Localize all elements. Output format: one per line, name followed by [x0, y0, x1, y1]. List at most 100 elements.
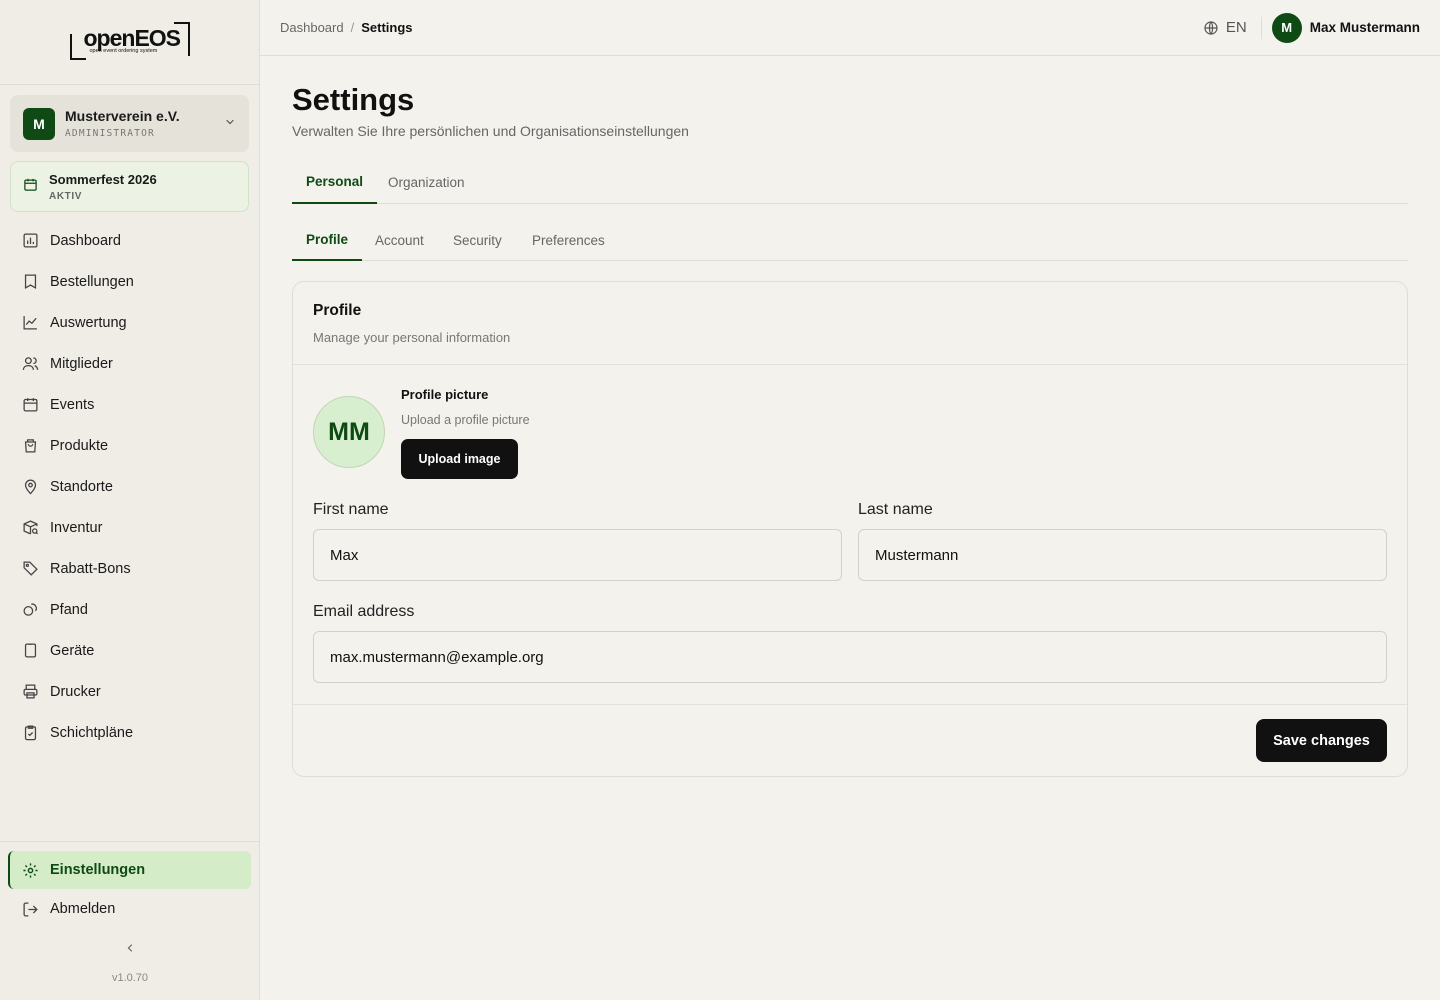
sidebar-item-label: Auswertung — [50, 314, 127, 331]
receipt-icon — [24, 274, 37, 289]
sidebar-item-label: Events — [50, 396, 95, 413]
sidebar-item-inventur[interactable]: Inventur — [10, 507, 250, 548]
sidebar-item-produkte[interactable]: Produkte — [10, 425, 250, 466]
logout-icon — [23, 901, 38, 917]
event-name: Sommerfest 2026 — [49, 171, 157, 187]
tab-preferences[interactable]: Preferences — [518, 220, 619, 261]
sidebar-item-geraete[interactable]: Geräte — [10, 630, 250, 671]
language-label: EN — [1225, 19, 1247, 36]
profile-picture-description: Upload a profile picture — [401, 413, 530, 427]
sidebar-item-auswertung[interactable]: Auswertung — [10, 302, 250, 343]
sidebar-item-pfand[interactable]: Pfand — [10, 589, 250, 630]
organization-avatar: M — [23, 107, 55, 140]
clipboard-check-icon — [24, 725, 37, 741]
header-actions: EN M Max Mustermann — [1203, 12, 1420, 43]
breadcrumb-current: Settings — [361, 20, 413, 35]
sidebar-item-label: Einstellungen — [50, 862, 146, 878]
sidebar-item-rabatt-bons[interactable]: Rabatt-Bons — [10, 548, 250, 589]
logo-area: openEOS open event ordering system — [0, 0, 259, 85]
dashboard-icon — [23, 233, 38, 248]
language-switcher[interactable]: EN — [1203, 19, 1247, 36]
upload-image-button[interactable]: Upload image — [401, 439, 518, 479]
logout-label: Abmelden — [50, 901, 116, 917]
page-subtitle: Verwalten Sie Ihre persönlichen und Orga… — [292, 123, 689, 139]
profile-card: Profile Manage your personal information… — [292, 281, 1408, 777]
chevron-down-icon — [224, 116, 236, 131]
sidebar-item-label: Pfand — [50, 601, 88, 618]
users-icon — [22, 357, 39, 370]
sidebar-nav: Dashboard Bestellungen Auswertung Mitgli… — [10, 220, 250, 753]
logo-tagline: open event ordering system — [89, 48, 158, 54]
sidebar-item-schichtplaene[interactable]: Schichtpläne — [10, 712, 250, 753]
profile-picture-title: Profile picture — [401, 387, 489, 402]
logout-button[interactable]: Abmelden — [10, 890, 250, 928]
sidebar-item-events[interactable]: Events — [10, 384, 250, 425]
sidebar-item-label: Rabatt-Bons — [50, 560, 131, 577]
event-info: Sommerfest 2026 AKTIV — [49, 172, 157, 202]
organization-role: ADMINISTRATOR — [65, 128, 155, 139]
last-name-label: Last name — [858, 501, 933, 518]
openeos-logo[interactable]: openEOS open event ordering system — [69, 22, 190, 62]
first-name-label: First name — [313, 501, 389, 518]
top-header: Dashboard / Settings EN M Max Mustermann — [260, 0, 1440, 56]
printer-icon — [23, 684, 38, 699]
sidebar-item-label: Inventur — [50, 519, 103, 536]
map-pin-icon — [24, 479, 37, 495]
tab-personal[interactable]: Personal — [292, 161, 378, 204]
profile-card-footer-divider — [293, 704, 1407, 705]
globe-icon — [1204, 20, 1218, 35]
tab-security[interactable]: Security — [439, 220, 516, 261]
profile-card-header: Profile Manage your personal information — [293, 282, 1407, 365]
sidebar-item-mitglieder[interactable]: Mitglieder — [10, 343, 250, 384]
sidebar-item-einstellungen[interactable]: Einstellungen — [8, 851, 251, 889]
last-name-field[interactable] — [858, 529, 1387, 581]
profile-avatar: MM — [313, 396, 385, 468]
sidebar-item-bestellungen[interactable]: Bestellungen — [10, 261, 250, 302]
user-name[interactable]: Max Mustermann — [1310, 20, 1420, 35]
first-name-field[interactable] — [313, 529, 842, 581]
user-avatar[interactable]: M — [1271, 12, 1302, 43]
sidebar: openEOS open event ordering system M Mus… — [0, 0, 260, 1000]
sidebar-item-label: Geräte — [50, 642, 95, 659]
event-status: AKTIV — [49, 190, 82, 202]
save-changes-button[interactable]: Save changes — [1256, 719, 1387, 762]
sidebar-item-drucker[interactable]: Drucker — [10, 671, 250, 712]
email-label: Email address — [313, 603, 415, 620]
sidebar-bottom: Einstellungen Abmelden v1.0.70 — [0, 841, 260, 984]
personal-subtabs: Profile Account Security Preferences — [292, 220, 1408, 261]
settings-tabs: Personal Organization — [292, 161, 1408, 204]
sidebar-item-label: Produkte — [50, 437, 109, 454]
breadcrumb-root[interactable]: Dashboard — [280, 20, 344, 35]
gear-icon — [23, 862, 38, 878]
sidebar-item-label: Schichtpläne — [50, 724, 134, 741]
coins-icon — [23, 603, 37, 616]
email-field[interactable] — [313, 631, 1387, 683]
chart-line-icon — [23, 316, 37, 330]
tablet-icon — [24, 643, 37, 658]
breadcrumb-separator: / — [350, 20, 355, 35]
organization-info: Musterverein e.V. ADMINISTRATOR — [65, 108, 224, 139]
sidebar-item-label: Dashboard — [50, 232, 121, 249]
profile-card-title: Profile — [313, 302, 362, 319]
tab-profile[interactable]: Profile — [292, 220, 363, 261]
sidebar-item-label: Standorte — [50, 478, 113, 495]
calendar-icon — [23, 177, 38, 197]
tab-organization[interactable]: Organization — [374, 161, 479, 204]
package-search-icon — [23, 520, 39, 535]
shopping-bag-icon — [24, 439, 37, 453]
collapse-sidebar-button[interactable] — [120, 938, 140, 958]
sidebar-item-label: Drucker — [50, 683, 101, 700]
app-version: v1.0.70 — [111, 972, 149, 984]
sidebar-item-label: Mitglieder — [50, 355, 113, 372]
sidebar-item-label: Bestellungen — [50, 273, 134, 290]
header-divider — [1260, 16, 1262, 39]
active-event-card[interactable]: Sommerfest 2026 AKTIV — [10, 161, 249, 212]
organization-switcher[interactable]: M Musterverein e.V. ADMINISTRATOR — [10, 95, 249, 152]
page-title: Settings — [292, 82, 415, 117]
sidebar-item-standorte[interactable]: Standorte — [10, 466, 250, 507]
profile-card-description: Manage your personal information — [313, 330, 511, 345]
sidebar-item-dashboard[interactable]: Dashboard — [10, 220, 250, 261]
calendar-icon — [23, 398, 38, 412]
tab-account[interactable]: Account — [361, 220, 438, 261]
organization-name: Musterverein e.V. — [65, 108, 180, 124]
